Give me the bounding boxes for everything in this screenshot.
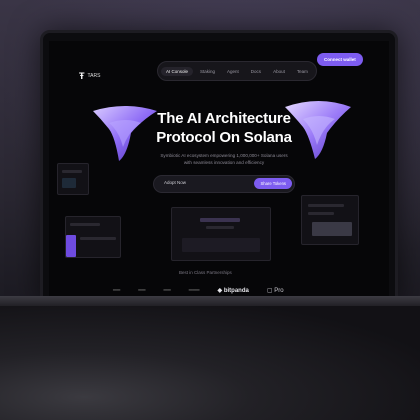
- adopt-now-label: Adopt Now: [164, 180, 187, 185]
- tab-team[interactable]: Team: [292, 67, 313, 76]
- tab-about[interactable]: About: [268, 67, 290, 76]
- thumbnail-card[interactable]: [171, 207, 271, 261]
- partner-logo: ━━: [138, 288, 146, 294]
- connect-wallet-button[interactable]: Connect wallet: [317, 53, 363, 66]
- partner-logo: ━━: [113, 288, 121, 294]
- share-tokens-button[interactable]: Share Tokens: [254, 178, 292, 189]
- bitpanda-icon: ◆: [217, 288, 223, 294]
- brand-name: TARS: [87, 73, 101, 79]
- partner-logo: ━━━: [188, 288, 200, 294]
- tab-docs[interactable]: Docs: [246, 67, 266, 76]
- laptop-screen: Ŧ TARS AI Console Staking Agent Docs Abo…: [49, 41, 389, 301]
- pro-logo: ▢ Pro: [266, 288, 284, 294]
- tab-agent[interactable]: Agent: [222, 67, 244, 76]
- table-surface: [0, 306, 420, 420]
- hero-title: The AI Architecture Protocol On Solana: [156, 110, 292, 146]
- bitpanda-logo: ◆ bitpanda: [217, 288, 249, 294]
- adopt-input-group[interactable]: Adopt Now Share Tokens: [153, 175, 295, 193]
- top-nav: AI Console Staking Agent Docs About Team: [157, 61, 317, 81]
- thumbnail-card[interactable]: [65, 216, 121, 258]
- tars-logo-icon: Ŧ: [79, 71, 85, 81]
- partner-logo: ━━: [163, 288, 171, 294]
- tab-staking[interactable]: Staking: [195, 67, 220, 76]
- hero-subtitle: Symbiotic AI ecosystem empowering 1,000,…: [160, 153, 288, 165]
- laptop-frame: Ŧ TARS AI Console Staking Agent Docs Abo…: [40, 30, 398, 304]
- thumbnail-card[interactable]: [57, 163, 89, 195]
- brand-logo[interactable]: Ŧ TARS: [79, 71, 100, 81]
- thumbnail-card[interactable]: [301, 195, 359, 245]
- tab-ai-console[interactable]: AI Console: [161, 66, 194, 76]
- partners-heading: Best in Class Partnerships: [179, 270, 232, 275]
- partner-logos: ━━ ━━ ━━ ━━━ ◆ bitpanda ▢ Pro: [113, 287, 389, 294]
- pro-icon: ▢: [266, 288, 273, 294]
